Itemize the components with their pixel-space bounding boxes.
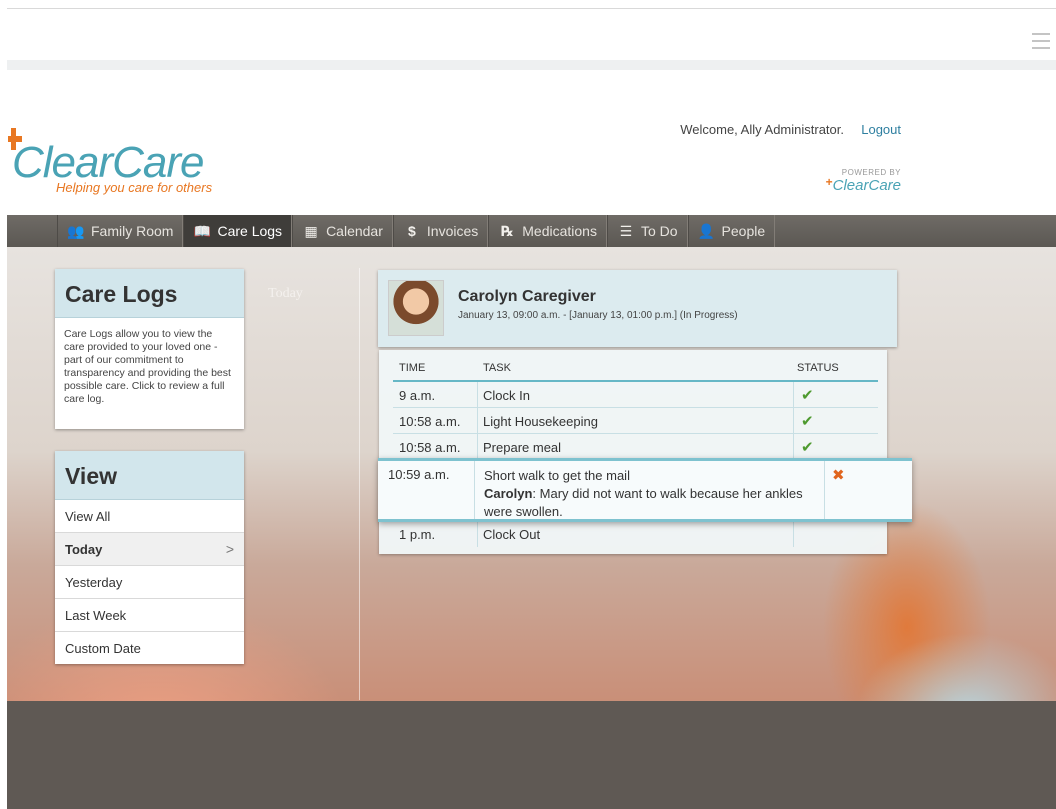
rx-icon: ℞ [500,222,514,239]
nav-label: Invoices [426,223,479,239]
nav-label: Family Room [91,223,174,239]
check-icon: ✔ [801,387,814,404]
note-author: Carolyn [484,486,533,501]
view-item-view-all[interactable]: View All [55,500,244,533]
nav-medications[interactable]: ℞ Medications [488,215,607,247]
nav-calendar[interactable]: ▦ Calendar [292,215,393,247]
welcome-text: Welcome, Ally Administrator. [680,122,844,137]
table-row[interactable]: 1 p.m. Clock Out [393,521,878,547]
row-task: Clock Out [483,527,541,542]
view-item-last-week[interactable]: Last Week [55,599,244,632]
table-row[interactable]: 10:58 a.m. Prepare meal ✔ [393,434,878,460]
row-time: 10:58 a.m. [399,414,461,429]
column-header-task: TASK [483,362,511,374]
powered-by-brand-text: ClearCare [832,177,901,194]
x-icon: ✖ [832,467,845,484]
nav-label: To Do [640,223,678,239]
view-item-yesterday[interactable]: Yesterday [55,566,244,599]
view-item-label: Last Week [65,607,127,623]
logout-link[interactable]: Logout [861,122,901,137]
view-item-label: Yesterday [65,574,123,590]
caregiver-note: Carolyn: Mary did not want to walk becau… [484,485,814,521]
column-header-time: TIME [399,362,426,374]
nav-label: People [721,223,766,239]
row-task: Light Housekeeping [483,414,598,429]
powered-by-brand: +ClearCare [825,175,901,194]
family-icon: 👥 [67,222,85,239]
powered-by: POWERED BY +ClearCare [826,168,901,194]
row-task: Short walk to get the mail [484,468,630,483]
row-task-detail: Short walk to get the mail Carolyn: Mary… [484,467,814,521]
top-strip-bar [7,60,1056,70]
dollar-icon: $ [407,223,416,239]
clearcare-logo[interactable]: ClearCare Helping you care for others [8,128,248,198]
main-nav: 👥 Family Room 📖 Care Logs ▦ Calendar $ Invoi… [7,215,1056,247]
row-task: Clock In [483,388,530,403]
care-logs-title: Care Logs [55,269,244,318]
note-text: : Mary did not want to walk because her … [484,486,803,519]
caregiver-shift: January 13, 09:00 a.m. - [January 13, 01… [458,310,738,321]
view-item-today[interactable]: Today > [55,533,244,566]
row-time: 9 a.m. [399,388,436,403]
table-row[interactable]: 9 a.m. Clock In ✔ [393,382,878,408]
column-header-status: STATUS [797,362,839,374]
nav-invoices[interactable]: $ Invoices [392,215,489,247]
caregiver-name: Carolyn Caregiver [458,288,596,305]
row-time: 10:58 a.m. [399,440,461,455]
welcome-message: Welcome, Ally Administrator. [680,122,844,137]
row-task: Prepare meal [483,440,562,455]
date-heading: Today [268,286,303,301]
row-time: 10:59 a.m. [388,467,450,482]
nav-label: Medications [522,223,597,239]
view-item-label: View All [65,508,111,524]
nav-label: Care Logs [217,223,283,239]
list-icon: ☰ [619,222,633,239]
nav-care-logs[interactable]: 📖 Care Logs [183,215,293,247]
view-panel: View View All Today > Yesterday Last Week… [55,451,244,664]
care-log-table: TIME TASK STATUS 9 a.m. Clock In ✔ 10:58… [379,350,887,554]
view-title: View [55,451,244,500]
expanded-log-row[interactable]: 10:59 a.m. Short walk to get the mail Ca… [378,458,912,522]
caregiver-card[interactable]: Carolyn Caregiver January 13, 09:00 a.m.… [378,270,897,347]
table-row[interactable]: 10:58 a.m. Light Housekeeping ✔ [393,408,878,434]
view-item-custom-date[interactable]: Custom Date [55,632,244,665]
care-logs-description[interactable]: Care Logs allow you to view the care pro… [55,318,244,416]
hamburger-menu-icon[interactable] [1032,33,1050,49]
top-strip [7,8,1056,70]
person-icon: 👤 [697,222,716,239]
chevron-right-icon: > [225,541,234,557]
powered-by-label: POWERED BY [841,168,901,177]
book-icon: 📖 [193,222,212,239]
nav-people[interactable]: 👤 People [687,215,776,247]
logo-tagline: Helping you care for others [56,180,213,195]
nav-to-do[interactable]: ☰ To Do [606,215,688,247]
calendar-icon: ▦ [304,222,318,239]
nav-label: Calendar [326,223,383,239]
caregiver-avatar [388,280,444,336]
view-item-label: Today [65,541,103,557]
footer [7,701,1056,809]
care-logs-panel: Care Logs Care Logs allow you to view th… [55,269,244,429]
check-icon: ✔ [801,439,814,456]
row-time: 1 p.m. [399,527,436,542]
check-icon: ✔ [801,413,814,430]
column-divider [359,268,360,700]
nav-family-room[interactable]: 👥 Family Room [57,215,184,247]
plus-icon: + [825,175,833,189]
view-item-label: Custom Date [65,641,141,656]
